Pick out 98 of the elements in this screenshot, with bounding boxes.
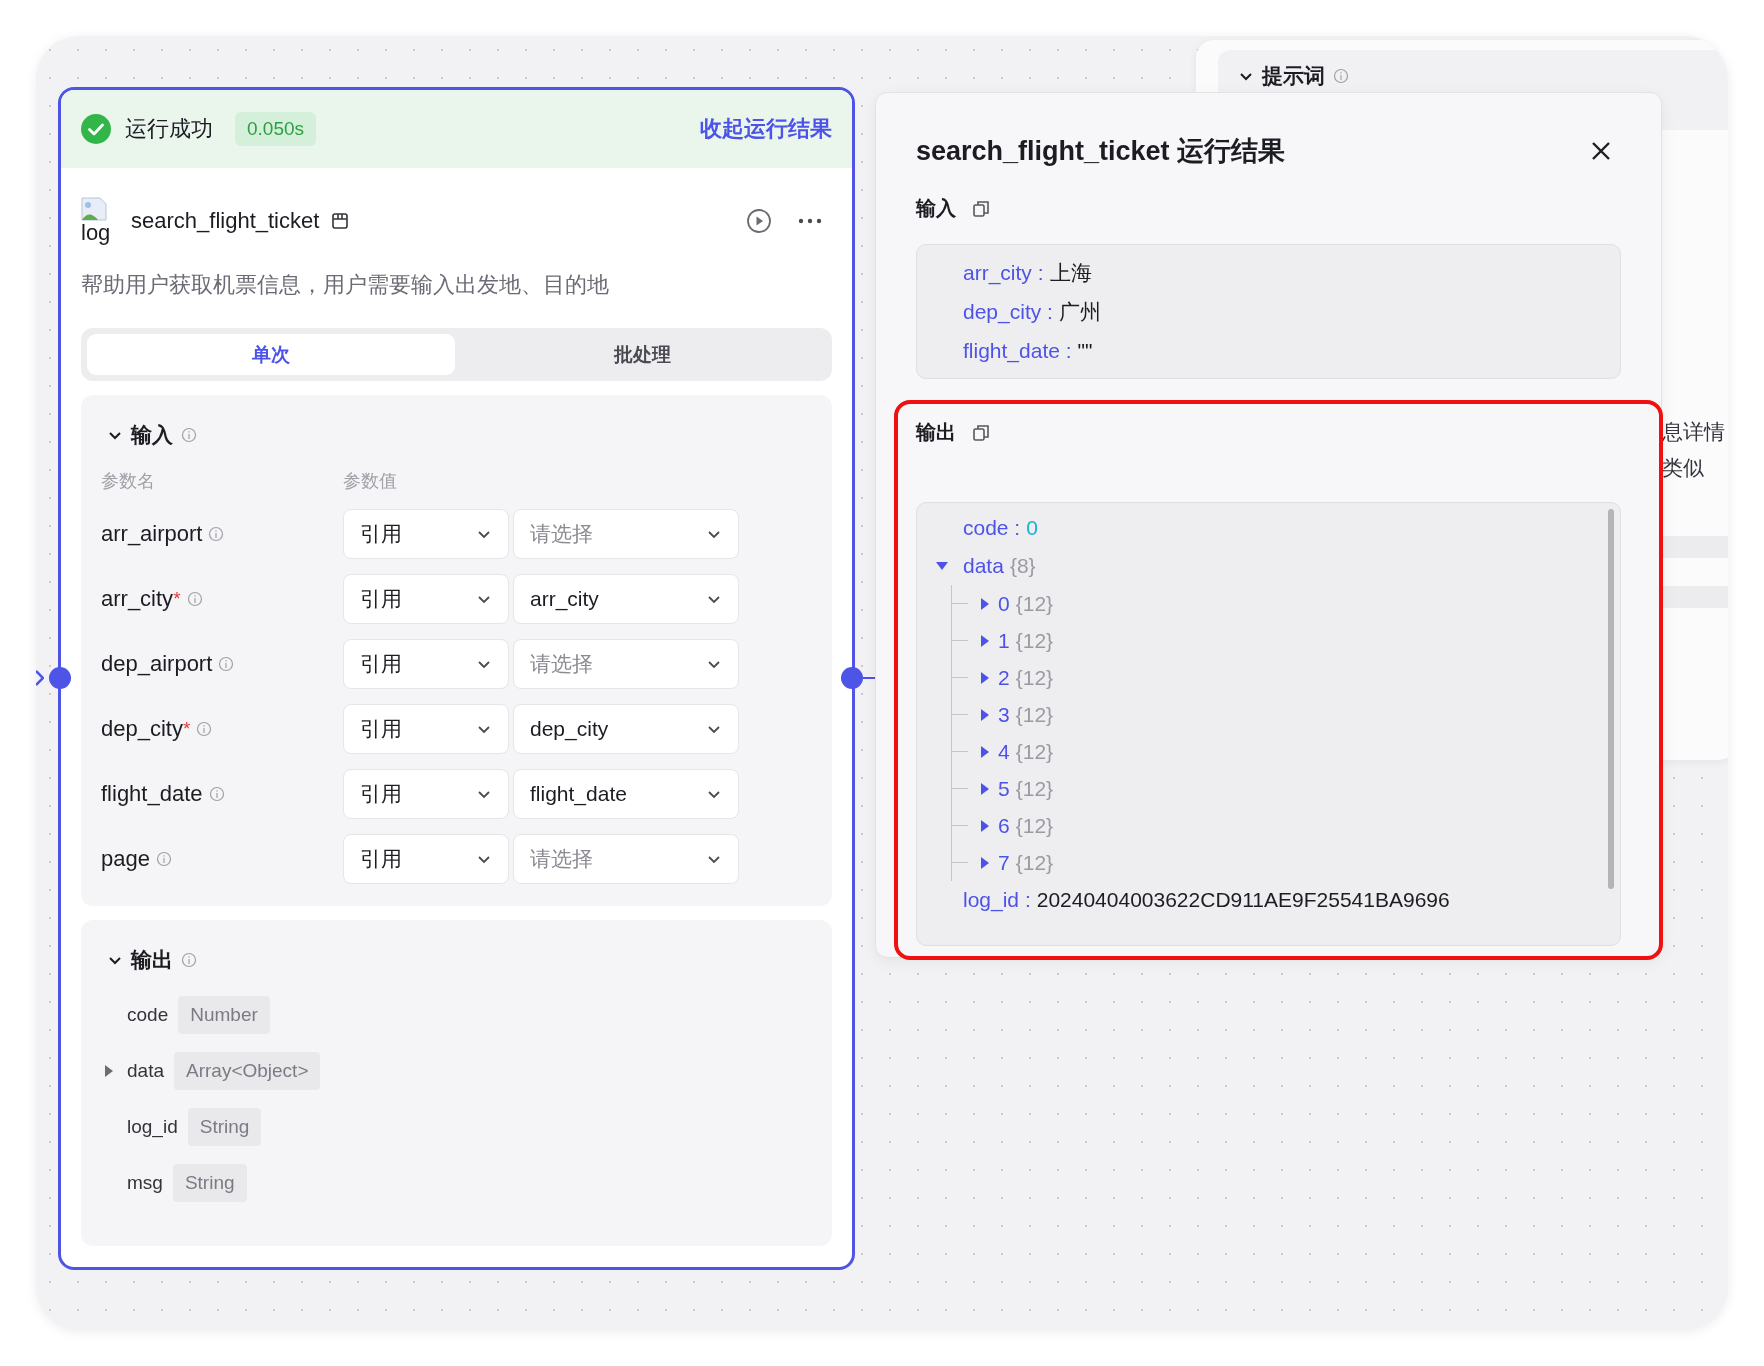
section-title: 提示词 <box>1262 63 1325 89</box>
prompt-text: 类似 <box>1662 455 1705 481</box>
field-type-tag: Number <box>178 996 270 1034</box>
json-key[interactable]: data <box>963 554 1004 578</box>
source-select[interactable]: 引用 <box>343 834 509 884</box>
json-value: 上海 <box>1049 259 1092 286</box>
section-title: 输出 <box>131 947 173 973</box>
value-select[interactable]: 请选择 <box>513 639 739 689</box>
item-count: {12} <box>1015 776 1054 801</box>
connector-line <box>863 677 875 679</box>
info-icon <box>181 427 197 443</box>
value-select[interactable]: 请选择 <box>513 509 739 559</box>
run-play-icon[interactable] <box>746 208 772 234</box>
node-description: 帮助用户获取机票信息，用户需要输入出发地、目的地 <box>81 271 610 299</box>
source-select[interactable]: 引用 <box>343 639 509 689</box>
param-name: arr_city <box>101 586 174 612</box>
source-select[interactable]: 引用 <box>343 574 509 624</box>
more-icon[interactable] <box>798 218 822 224</box>
background-row <box>1662 536 1728 558</box>
json-key: dep_city : <box>963 299 1053 324</box>
scrollbar[interactable] <box>1608 509 1614 889</box>
collapse-results-link[interactable]: 收起运行结果 <box>700 114 832 144</box>
json-key: log_id : <box>963 888 1031 912</box>
source-select[interactable]: 引用 <box>343 769 509 819</box>
json-value: 0 <box>1026 516 1038 540</box>
info-icon <box>218 656 235 672</box>
input-port[interactable] <box>49 667 71 689</box>
info-icon <box>196 721 213 737</box>
param-name: page <box>101 846 150 872</box>
field-type-tag: String <box>172 1164 247 1202</box>
background-row <box>1662 586 1728 608</box>
success-check-icon <box>81 114 111 144</box>
close-icon[interactable] <box>1591 141 1611 161</box>
value-select[interactable]: 请选择 <box>513 834 739 884</box>
output-port[interactable] <box>841 667 863 689</box>
duration-badge: 0.050s <box>235 112 317 146</box>
info-icon <box>186 591 203 607</box>
json-key[interactable]: 3 <box>998 702 1010 727</box>
item-count: {12} <box>1015 739 1054 764</box>
item-count: {12} <box>1015 628 1054 653</box>
run-status: 运行成功 <box>125 115 213 143</box>
json-key[interactable]: 2 <box>998 665 1010 690</box>
json-value: 20240404003622CD911AE9F25541BA9696 <box>1036 888 1450 912</box>
json-key[interactable]: 0 <box>998 591 1010 616</box>
source-select[interactable]: 引用 <box>343 509 509 559</box>
field-name: data <box>127 1060 164 1082</box>
required-mark: * <box>182 718 191 739</box>
prompt-text: 息详情 <box>1662 419 1725 445</box>
input-label: 输入 <box>916 196 956 221</box>
json-key: flight_date : <box>963 338 1072 363</box>
output-label: 输出 <box>916 420 956 445</box>
value-select[interactable]: arr_city <box>513 574 739 624</box>
section-title: 输入 <box>131 422 173 448</box>
field-name: log_id <box>127 1116 178 1138</box>
json-value: 广州 <box>1058 298 1101 325</box>
value-select[interactable]: dep_city <box>513 704 739 754</box>
item-count: {12} <box>1015 665 1054 690</box>
item-count: {12} <box>1015 813 1054 838</box>
copy-icon[interactable] <box>972 199 990 218</box>
info-icon <box>208 526 225 542</box>
broken-image-icon <box>81 197 107 221</box>
info-icon <box>155 851 172 867</box>
mode-tab[interactable]: 批处理 <box>458 334 826 375</box>
copy-icon[interactable] <box>972 423 990 442</box>
field-name: msg <box>127 1172 163 1194</box>
mode-tab[interactable]: 单次 <box>87 334 455 375</box>
required-mark: * <box>173 588 181 609</box>
json-key[interactable]: 7 <box>998 850 1010 875</box>
column-header: 参数值 <box>343 470 398 493</box>
item-count: {12} <box>1015 591 1054 616</box>
store-icon <box>331 212 350 230</box>
source-select[interactable]: 引用 <box>343 704 509 754</box>
param-name: dep_airport <box>101 651 213 677</box>
json-value: "" <box>1077 338 1093 363</box>
param-name: dep_city <box>101 716 183 742</box>
info-icon <box>181 952 197 968</box>
item-count: {12} <box>1015 850 1054 875</box>
field-type-tag: String <box>187 1108 262 1146</box>
expand-caret-icon[interactable] <box>104 1064 114 1078</box>
info-icon <box>208 786 225 802</box>
json-key: code : <box>963 516 1021 540</box>
value-select[interactable]: flight_date <box>513 769 739 819</box>
param-name: arr_airport <box>101 521 203 547</box>
column-header: 参数名 <box>101 470 156 493</box>
json-key[interactable]: 1 <box>998 628 1010 653</box>
item-count: {8} <box>1009 554 1036 578</box>
node-title: search_flight_ticket <box>131 208 320 234</box>
item-count: {12} <box>1015 702 1054 727</box>
info-icon <box>1333 68 1349 84</box>
panel-title: search_flight_ticket 运行结果 <box>916 135 1286 168</box>
json-key[interactable]: 6 <box>998 813 1010 838</box>
field-type-tag: Array<Object> <box>174 1052 321 1090</box>
json-key[interactable]: 4 <box>998 739 1010 764</box>
field-name: code <box>127 1004 169 1026</box>
json-key: arr_city : <box>963 260 1044 285</box>
json-key[interactable]: 5 <box>998 776 1010 801</box>
param-name: flight_date <box>101 781 203 807</box>
logo-alt-text: log <box>81 221 111 245</box>
